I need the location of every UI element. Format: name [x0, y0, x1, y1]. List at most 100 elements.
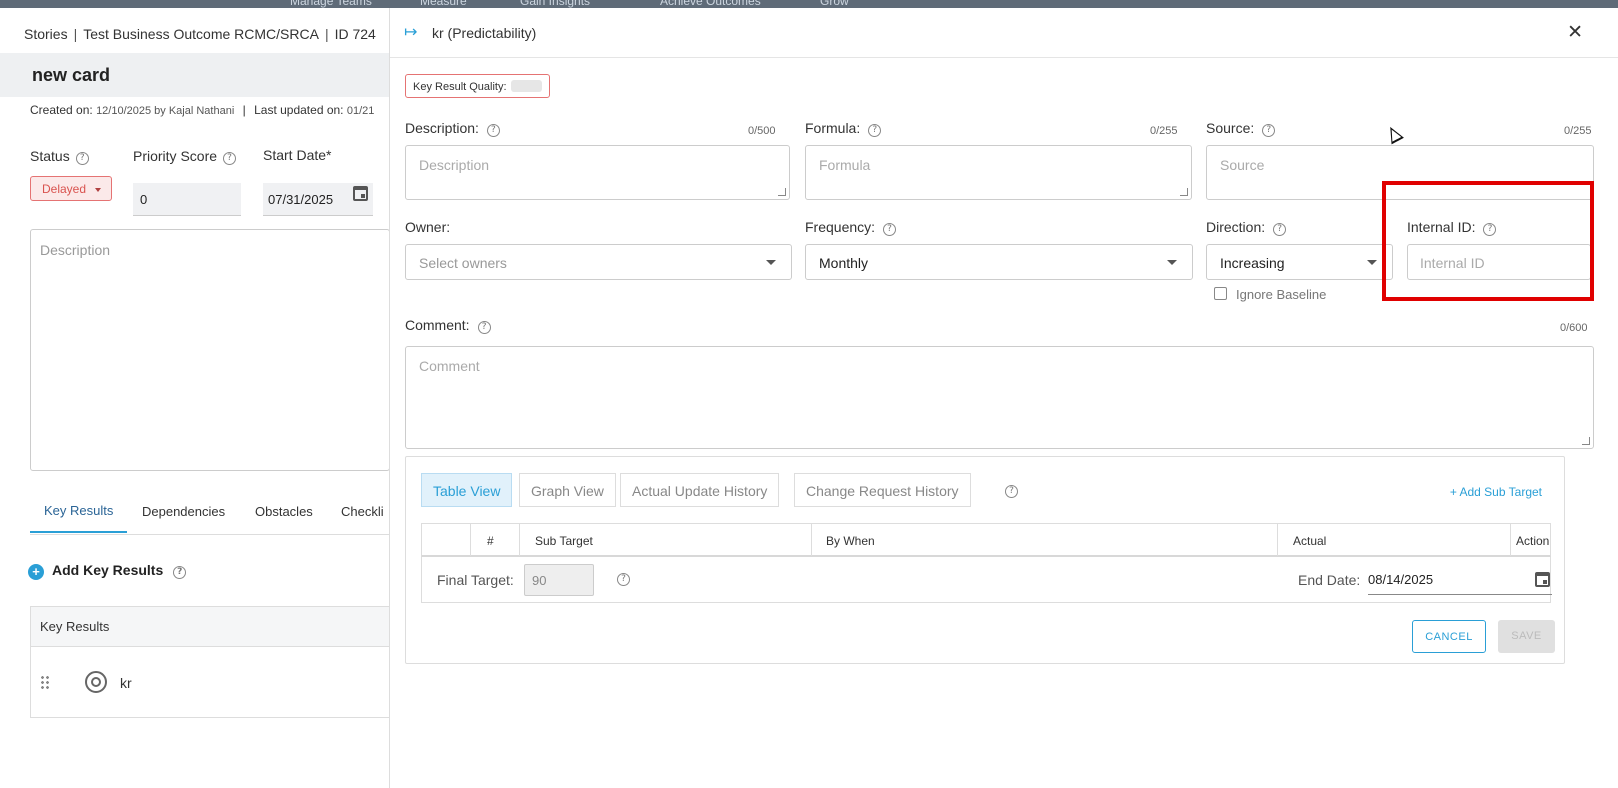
final-target-input[interactable]: 90 — [524, 564, 594, 596]
description-char-count: 0/500 — [748, 125, 776, 137]
status-label: Status? — [30, 148, 89, 165]
ignore-baseline-checkbox[interactable] — [1214, 287, 1227, 300]
help-icon[interactable]: ? — [617, 573, 630, 586]
status-value: Delayed — [42, 182, 87, 196]
drag-handle-icon[interactable] — [40, 675, 50, 689]
direction-select[interactable]: Increasing — [1206, 244, 1393, 280]
help-icon[interactable]: ? — [75, 152, 89, 165]
frequency-select[interactable]: Monthly — [805, 244, 1193, 280]
calendar-icon[interactable] — [1535, 572, 1550, 587]
formula-label: Formula:? — [805, 120, 882, 137]
help-icon[interactable]: ? — [486, 124, 500, 137]
nav-grow[interactable]: Grow — [820, 0, 849, 8]
cancel-button[interactable]: CANCEL — [1412, 620, 1486, 653]
dropdown-arrow-icon — [1367, 260, 1377, 265]
source-label: Source:? — [1206, 120, 1276, 137]
help-icon[interactable]: ? — [868, 124, 882, 137]
owner-select[interactable]: Select owners — [405, 244, 792, 280]
final-target-label: Final Target: — [437, 572, 514, 588]
updated-value: 01/21 — [346, 105, 375, 117]
highlight-box — [1382, 181, 1594, 301]
nav-achieve-outcomes[interactable]: Achieve Outcomes — [660, 0, 761, 8]
final-target-row: Final Target: 90 ? End Date: 08/14/2025 — [421, 557, 1552, 603]
owner-label: Owner: — [405, 219, 451, 235]
save-button[interactable]: SAVE — [1498, 620, 1555, 653]
column-action: Action — [1516, 534, 1550, 548]
description-label: Description:? — [405, 120, 500, 137]
card-meta: Created on: 12/10/2025 by Kajal Nathani … — [30, 103, 375, 117]
table-row[interactable]: kr — [31, 647, 389, 717]
plus-circle-icon: + — [28, 564, 44, 580]
tab-graph-view[interactable]: Graph View — [519, 473, 616, 507]
comment-field[interactable]: Comment — [405, 346, 1594, 449]
targets-panel: Table View Graph View Actual Update Hist… — [405, 456, 1565, 664]
tab-key-results[interactable]: Key Results — [30, 503, 128, 533]
add-key-results-button[interactable]: + Add Key Results? — [28, 562, 187, 580]
collapse-arrow-icon[interactable]: ↦ — [404, 22, 417, 41]
tab-obstacles[interactable]: Obstacles — [255, 504, 313, 519]
tab-actual-update-history[interactable]: Actual Update History — [620, 473, 780, 507]
help-icon[interactable]: ? — [1273, 223, 1287, 236]
key-results-table-header: Key Results — [31, 607, 389, 647]
updated-label: Last updated on: — [254, 103, 344, 117]
dropdown-arrow-icon — [1167, 260, 1177, 265]
dropdown-arrow-icon — [766, 260, 776, 265]
priority-score-input[interactable]: 0 — [133, 183, 241, 216]
tab-table-view[interactable]: Table View — [421, 473, 513, 507]
caret-down-icon — [95, 188, 101, 192]
help-icon[interactable]: ? — [1262, 124, 1276, 137]
breadcrumb-stories[interactable]: Stories — [24, 26, 68, 42]
drawer-title: kr (Predictability) — [432, 25, 537, 41]
nav-measure[interactable]: Measure — [420, 0, 467, 8]
column-sub-target: Sub Target — [535, 534, 593, 548]
key-result-quality-badge: Key Result Quality: — [405, 74, 550, 98]
column-number: # — [487, 534, 494, 548]
card-detail-panel: Stories | Test Business Outcome RCMC/SRCA |… — [0, 8, 390, 788]
description-textarea[interactable]: Description — [30, 229, 390, 471]
tab-dependencies[interactable]: Dependencies — [142, 504, 225, 519]
key-result-drawer: ↦ kr (Predictability) ✕ Key Result Quali… — [389, 8, 1618, 788]
breadcrumb-outcome[interactable]: Test Business Outcome RCMC/SRCA — [83, 26, 319, 42]
start-date-label: Start Date* — [263, 147, 332, 163]
column-by-when: By When — [826, 534, 875, 548]
quality-indicator — [510, 80, 542, 92]
tab-change-request-history[interactable]: Change Request History — [794, 473, 971, 507]
resize-handle-icon[interactable] — [778, 188, 786, 196]
help-icon[interactable]: ? — [1005, 485, 1018, 498]
sub-target-table-header: # Sub Target By When Actual Action — [421, 523, 1551, 557]
frequency-label: Frequency:? — [805, 219, 897, 236]
end-date-label: End Date: — [1298, 572, 1361, 588]
card-title[interactable]: new card — [32, 65, 110, 86]
breadcrumb-id: ID 724 — [334, 26, 376, 42]
comment-label: Comment:? — [405, 317, 491, 334]
close-icon[interactable]: ✕ — [1567, 21, 1583, 43]
direction-label: Direction:? — [1206, 219, 1287, 236]
comment-char-count: 0/600 — [1560, 322, 1588, 334]
help-icon[interactable]: ? — [223, 152, 237, 165]
help-icon[interactable]: ? — [173, 566, 187, 579]
nav-manage-teams[interactable]: Manage Teams — [290, 0, 372, 8]
calendar-icon[interactable] — [353, 186, 368, 201]
nav-gain-insights[interactable]: Gain Insights — [520, 0, 590, 8]
help-icon[interactable]: ? — [883, 223, 897, 236]
card-tabs: Key Results Dependencies Obstacles Check… — [30, 490, 390, 535]
description-field[interactable]: Description — [405, 145, 790, 200]
created-label: Created on: — [30, 103, 93, 117]
key-results-table: Key Results kr — [30, 606, 390, 718]
column-actual: Actual — [1293, 534, 1327, 548]
help-icon[interactable]: ? — [477, 321, 491, 334]
status-dropdown[interactable]: Delayed — [30, 176, 112, 201]
priority-score-label: Priority Score? — [133, 148, 237, 165]
source-char-count: 0/255 — [1564, 125, 1592, 137]
add-sub-target-button[interactable]: + Add Sub Target — [1450, 485, 1542, 499]
formula-field[interactable]: Formula — [805, 145, 1192, 200]
key-result-name[interactable]: kr — [120, 675, 132, 691]
resize-handle-icon[interactable] — [1582, 437, 1590, 445]
resize-handle-icon[interactable] — [1180, 188, 1188, 196]
breadcrumb: Stories | Test Business Outcome RCMC/SRCA |… — [24, 26, 376, 42]
end-date-input[interactable]: 08/14/2025 — [1368, 565, 1552, 595]
tab-checklist[interactable]: Checkli — [341, 504, 384, 519]
drawer-header: ↦ kr (Predictability) ✕ — [390, 8, 1618, 58]
created-value: 12/10/2025 by Kajal Nathani — [96, 105, 235, 117]
formula-char-count: 0/255 — [1150, 125, 1178, 137]
